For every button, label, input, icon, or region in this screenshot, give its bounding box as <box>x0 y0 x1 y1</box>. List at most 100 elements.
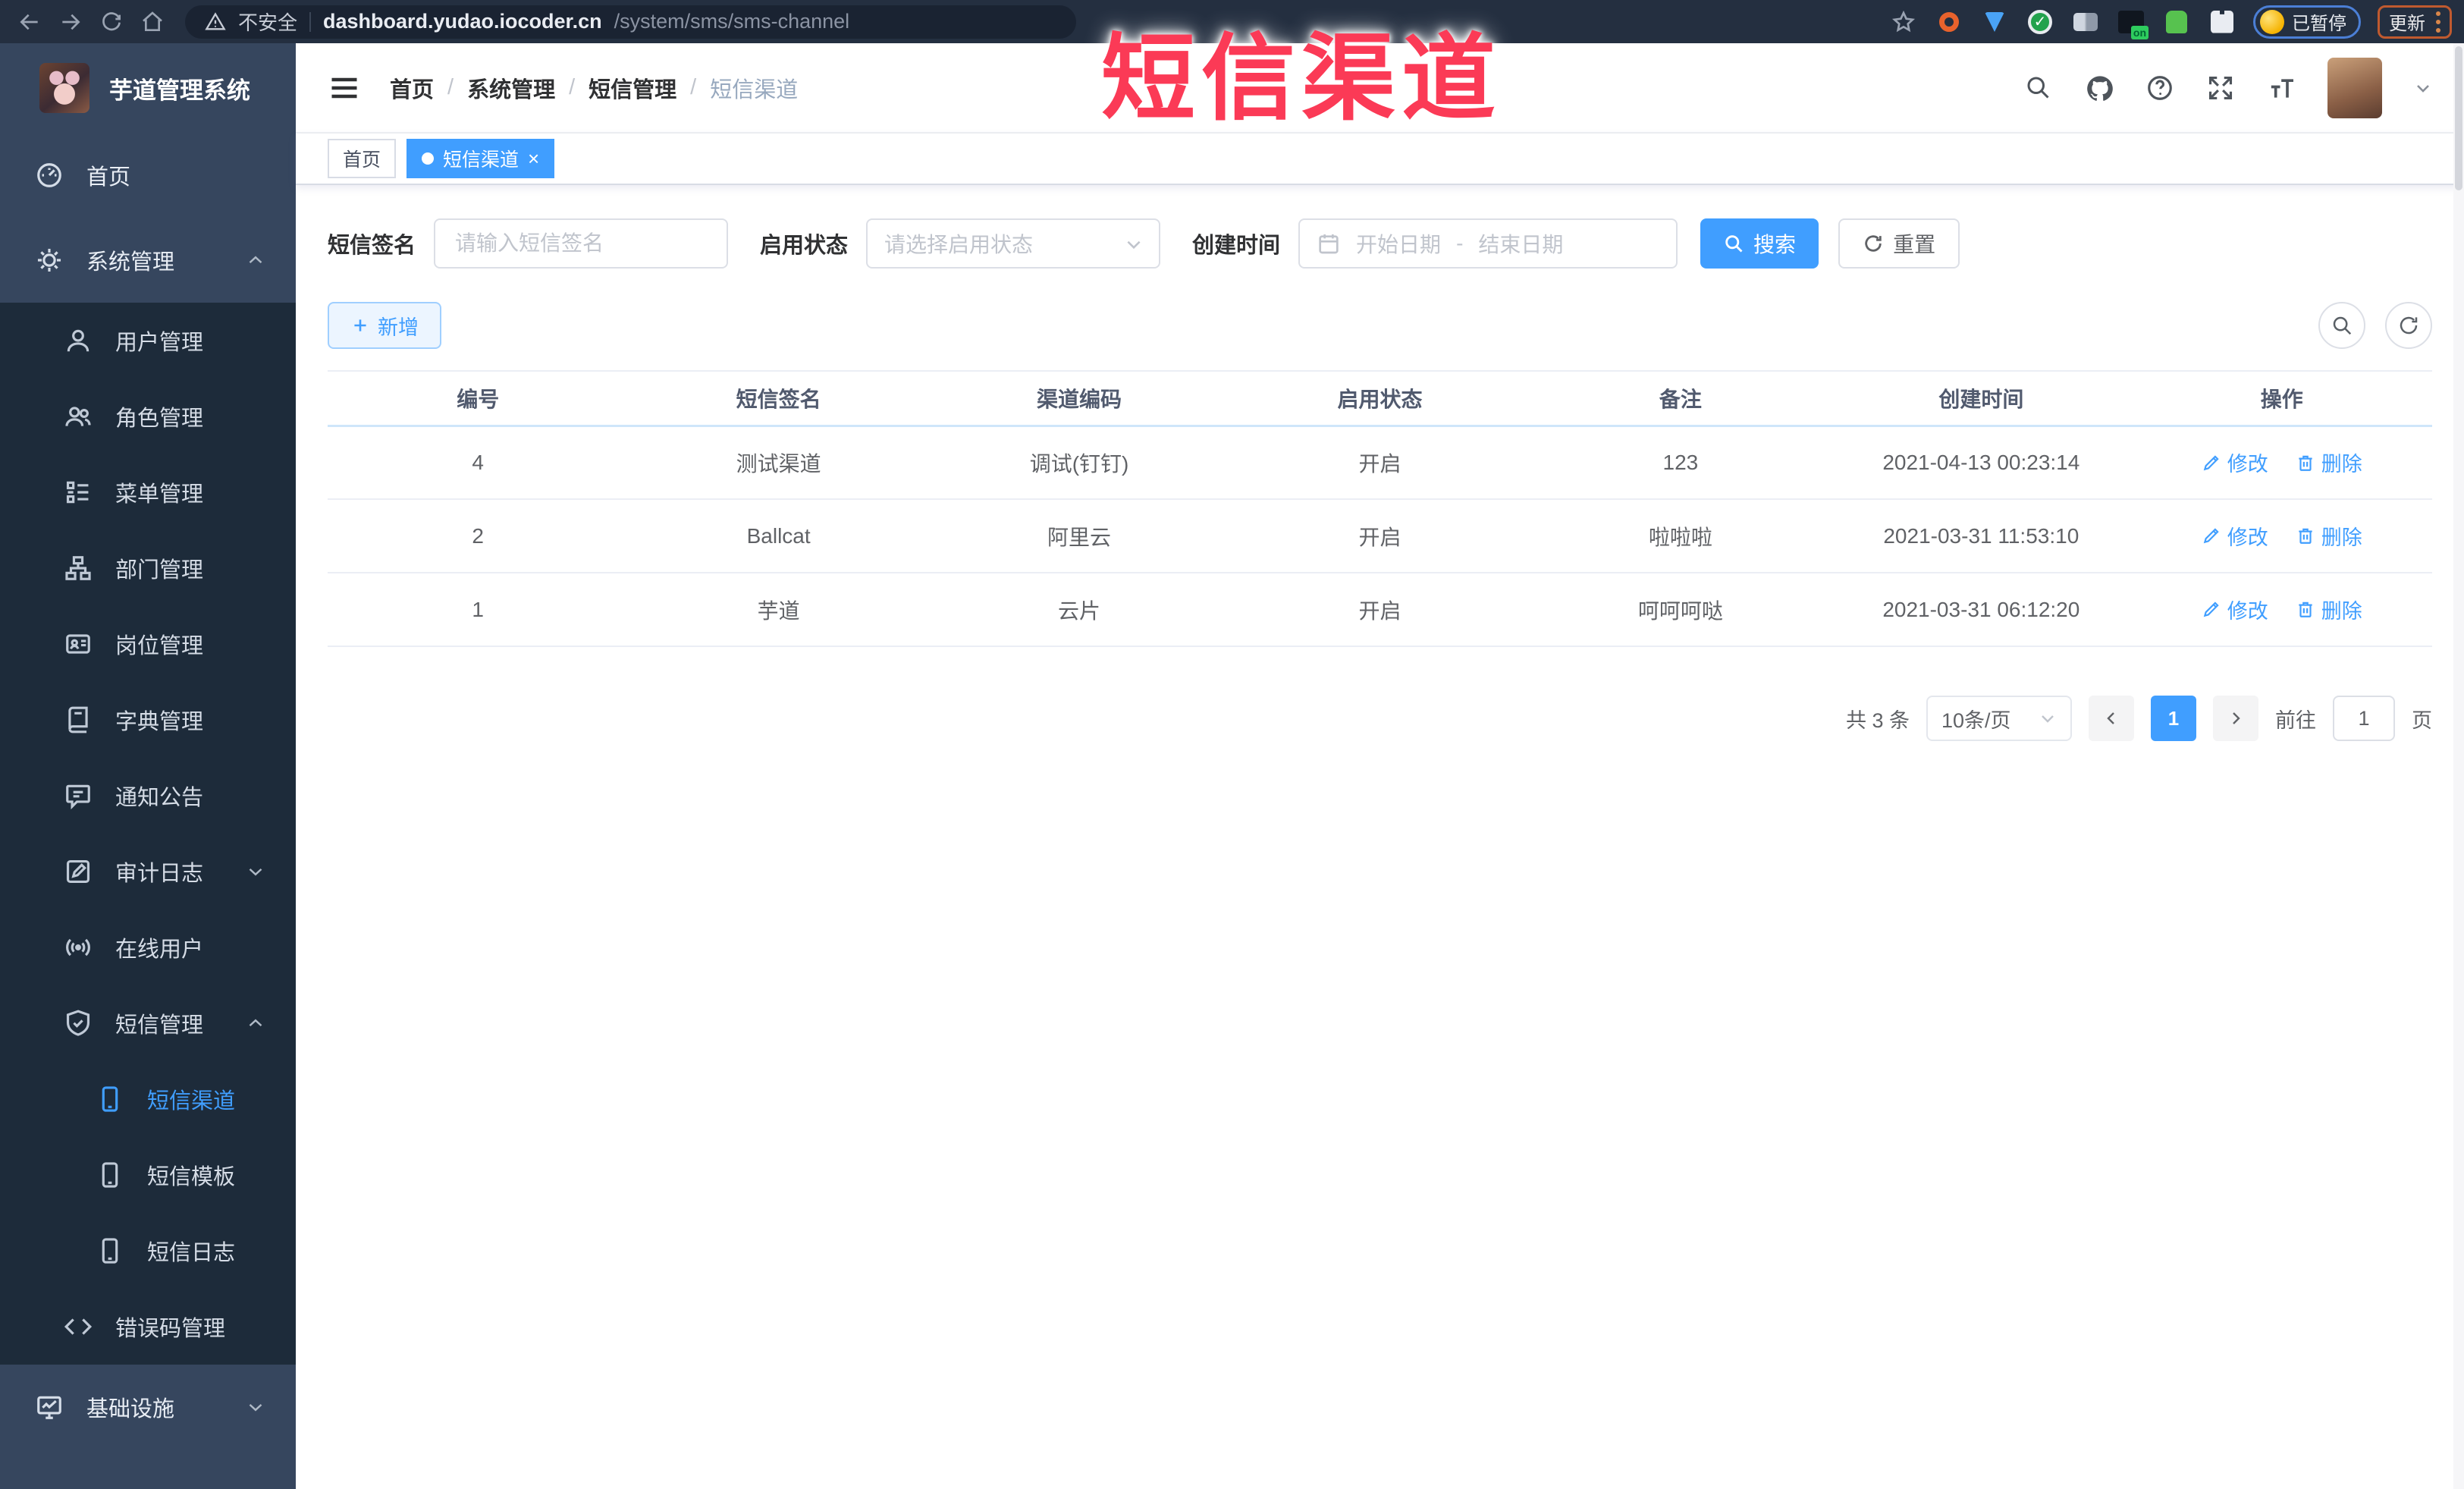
signal-icon <box>64 933 93 962</box>
browser-update-button[interactable]: 更新 <box>2378 5 2452 39</box>
tab-home[interactable]: 首页 <box>328 139 397 178</box>
edit-button[interactable]: 修改 <box>2202 448 2268 477</box>
sidebar-item-label: 短信管理 <box>115 1013 204 1038</box>
breadcrumb-item: 系统管理 <box>467 77 556 102</box>
address-bar[interactable]: 不安全 dashboard.yudao.iocoder.cn /system/s… <box>185 5 1076 39</box>
page-size-select[interactable]: 10条/页 <box>1926 696 2072 741</box>
column-header: 操作 <box>2131 371 2432 427</box>
extension-pin-icon[interactable] <box>1980 8 2009 36</box>
extension-check-icon[interactable]: ✓ <box>2026 8 2054 36</box>
sidebar-item-label: 系统管理 <box>86 250 175 275</box>
sidebar-item-system[interactable]: 系统管理 <box>0 218 296 303</box>
add-label: 新增 <box>378 316 419 339</box>
cell-created: 2021-03-31 06:12:20 <box>1831 573 2132 647</box>
font-size-icon[interactable] <box>2267 74 2296 102</box>
id-card-icon <box>64 630 93 658</box>
breadcrumb-item[interactable]: 首页 <box>390 72 434 104</box>
forward-icon[interactable] <box>53 5 88 39</box>
tags-view-bar: 首页 短信渠道 × <box>296 134 2464 185</box>
sidebar-item-label: 基础设施 <box>86 1397 175 1421</box>
browser-menu-icon[interactable] <box>2436 11 2440 33</box>
start-date-placeholder: 开始日期 <box>1356 233 1442 256</box>
search-icon <box>1723 233 1744 254</box>
select-placeholder: 请选择启用状态 <box>884 233 1034 256</box>
sidebar-item-sms[interactable]: 短信管理 <box>0 985 296 1061</box>
hamburger-icon[interactable] <box>328 71 361 105</box>
extension-on-icon[interactable] <box>2117 8 2149 39</box>
close-icon[interactable]: × <box>528 149 539 168</box>
next-page-button[interactable] <box>2213 696 2258 741</box>
cell-sign: 测试渠道 <box>628 426 929 500</box>
github-icon[interactable] <box>2085 74 2114 102</box>
sidebar-item-infra[interactable]: 基础设施 <box>0 1365 296 1450</box>
sidebar-item-sms-log[interactable]: 短信日志 <box>0 1213 296 1289</box>
refresh-table-button[interactable] <box>2385 302 2432 349</box>
prev-page-button[interactable] <box>2089 696 2134 741</box>
cell-actions: 修改 删除 <box>2131 426 2432 500</box>
table-row: 1 芋道 云片 开启 呵呵呵哒 2021-03-31 06:12:20 修改 删除 <box>328 573 2432 647</box>
sidebar-item-audit-log[interactable]: 审计日志 <box>0 834 296 909</box>
extension-icon[interactable] <box>1935 8 1963 36</box>
sidebar-item-error-code[interactable]: 错误码管理 <box>0 1289 296 1365</box>
delete-button[interactable]: 删除 <box>2296 521 2362 551</box>
table-row: 4 测试渠道 调试(钉钉) 开启 123 2021-04-13 00:23:14… <box>328 426 2432 500</box>
column-header: 创建时间 <box>1831 371 2132 427</box>
scrollbar-thumb[interactable] <box>2455 46 2462 190</box>
delete-button[interactable]: 删除 <box>2296 448 2362 477</box>
sidebar-item-sms-channel[interactable]: 短信渠道 <box>0 1061 296 1137</box>
sidebar-item-online-users[interactable]: 在线用户 <box>0 909 296 985</box>
delete-button[interactable]: 删除 <box>2296 595 2362 624</box>
add-button[interactable]: 新增 <box>328 302 441 349</box>
app-logo[interactable]: 芋道管理系统 <box>0 43 296 133</box>
profile-paused-badge[interactable]: 已暂停 <box>2253 5 2361 39</box>
warning-icon <box>205 11 226 33</box>
sidebar-item-roles[interactable]: 角色管理 <box>0 379 296 454</box>
sidebar-item-label: 错误码管理 <box>115 1317 226 1341</box>
sidebar-item-label: 首页 <box>86 165 131 190</box>
sidebar-item-dict[interactable]: 字典管理 <box>0 682 296 758</box>
extensions-puzzle-icon[interactable] <box>2208 8 2236 36</box>
reset-button[interactable]: 重置 <box>1838 218 1960 269</box>
sidebar-item-notice[interactable]: 通知公告 <box>0 758 296 834</box>
toggle-search-button[interactable] <box>2318 302 2365 349</box>
status-filter-select[interactable]: 请选择启用状态 <box>866 218 1161 269</box>
back-icon[interactable] <box>12 5 47 39</box>
fullscreen-icon[interactable] <box>2206 74 2235 102</box>
breadcrumb-separator: / <box>447 75 454 99</box>
sidebar-item-posts[interactable]: 岗位管理 <box>0 606 296 682</box>
sidebar-item-home[interactable]: 首页 <box>0 133 296 218</box>
column-header: 编号 <box>328 371 629 427</box>
sidebar-item-menus[interactable]: 菜单管理 <box>0 454 296 530</box>
chevron-down-icon <box>244 1396 267 1418</box>
bookmark-star-icon[interactable] <box>1889 8 1918 36</box>
sidebar-item-label: 岗位管理 <box>115 634 204 658</box>
sidebar-item-sms-template[interactable]: 短信模板 <box>0 1137 296 1213</box>
calendar-icon <box>1317 231 1341 256</box>
edit-log-icon <box>64 857 93 886</box>
sidebar-item-users[interactable]: 用户管理 <box>0 303 296 379</box>
extension-people-icon[interactable] <box>2071 8 2100 36</box>
reload-icon[interactable] <box>94 5 129 39</box>
sidebar-item-label: 字典管理 <box>115 710 204 734</box>
help-icon[interactable] <box>2145 74 2174 102</box>
search-button[interactable]: 搜索 <box>1700 218 1819 269</box>
page-number-button[interactable]: 1 <box>2151 696 2196 741</box>
date-range-picker[interactable]: 开始日期 - 结束日期 <box>1298 218 1678 269</box>
tab-sms-channel[interactable]: 短信渠道 × <box>406 139 555 178</box>
user-avatar[interactable] <box>2327 57 2382 118</box>
edit-button[interactable]: 修改 <box>2202 521 2268 551</box>
chevron-down-icon[interactable] <box>2414 79 2432 97</box>
page-scrollbar[interactable] <box>2453 43 2464 1489</box>
edit-button[interactable]: 修改 <box>2202 595 2268 624</box>
column-header: 短信签名 <box>628 371 929 427</box>
sign-filter-input[interactable] <box>434 218 729 269</box>
tab-label: 短信渠道 <box>443 149 519 171</box>
search-icon[interactable] <box>2024 74 2053 102</box>
home-icon[interactable] <box>135 5 170 39</box>
goto-page-input[interactable] <box>2333 696 2395 741</box>
extension-alien-icon[interactable] <box>2162 8 2191 36</box>
monitor-icon <box>35 1393 64 1421</box>
sidebar-item-label: 审计日志 <box>115 862 204 886</box>
sidebar-item-depts[interactable]: 部门管理 <box>0 530 296 606</box>
status-filter-label: 启用状态 <box>760 234 849 258</box>
